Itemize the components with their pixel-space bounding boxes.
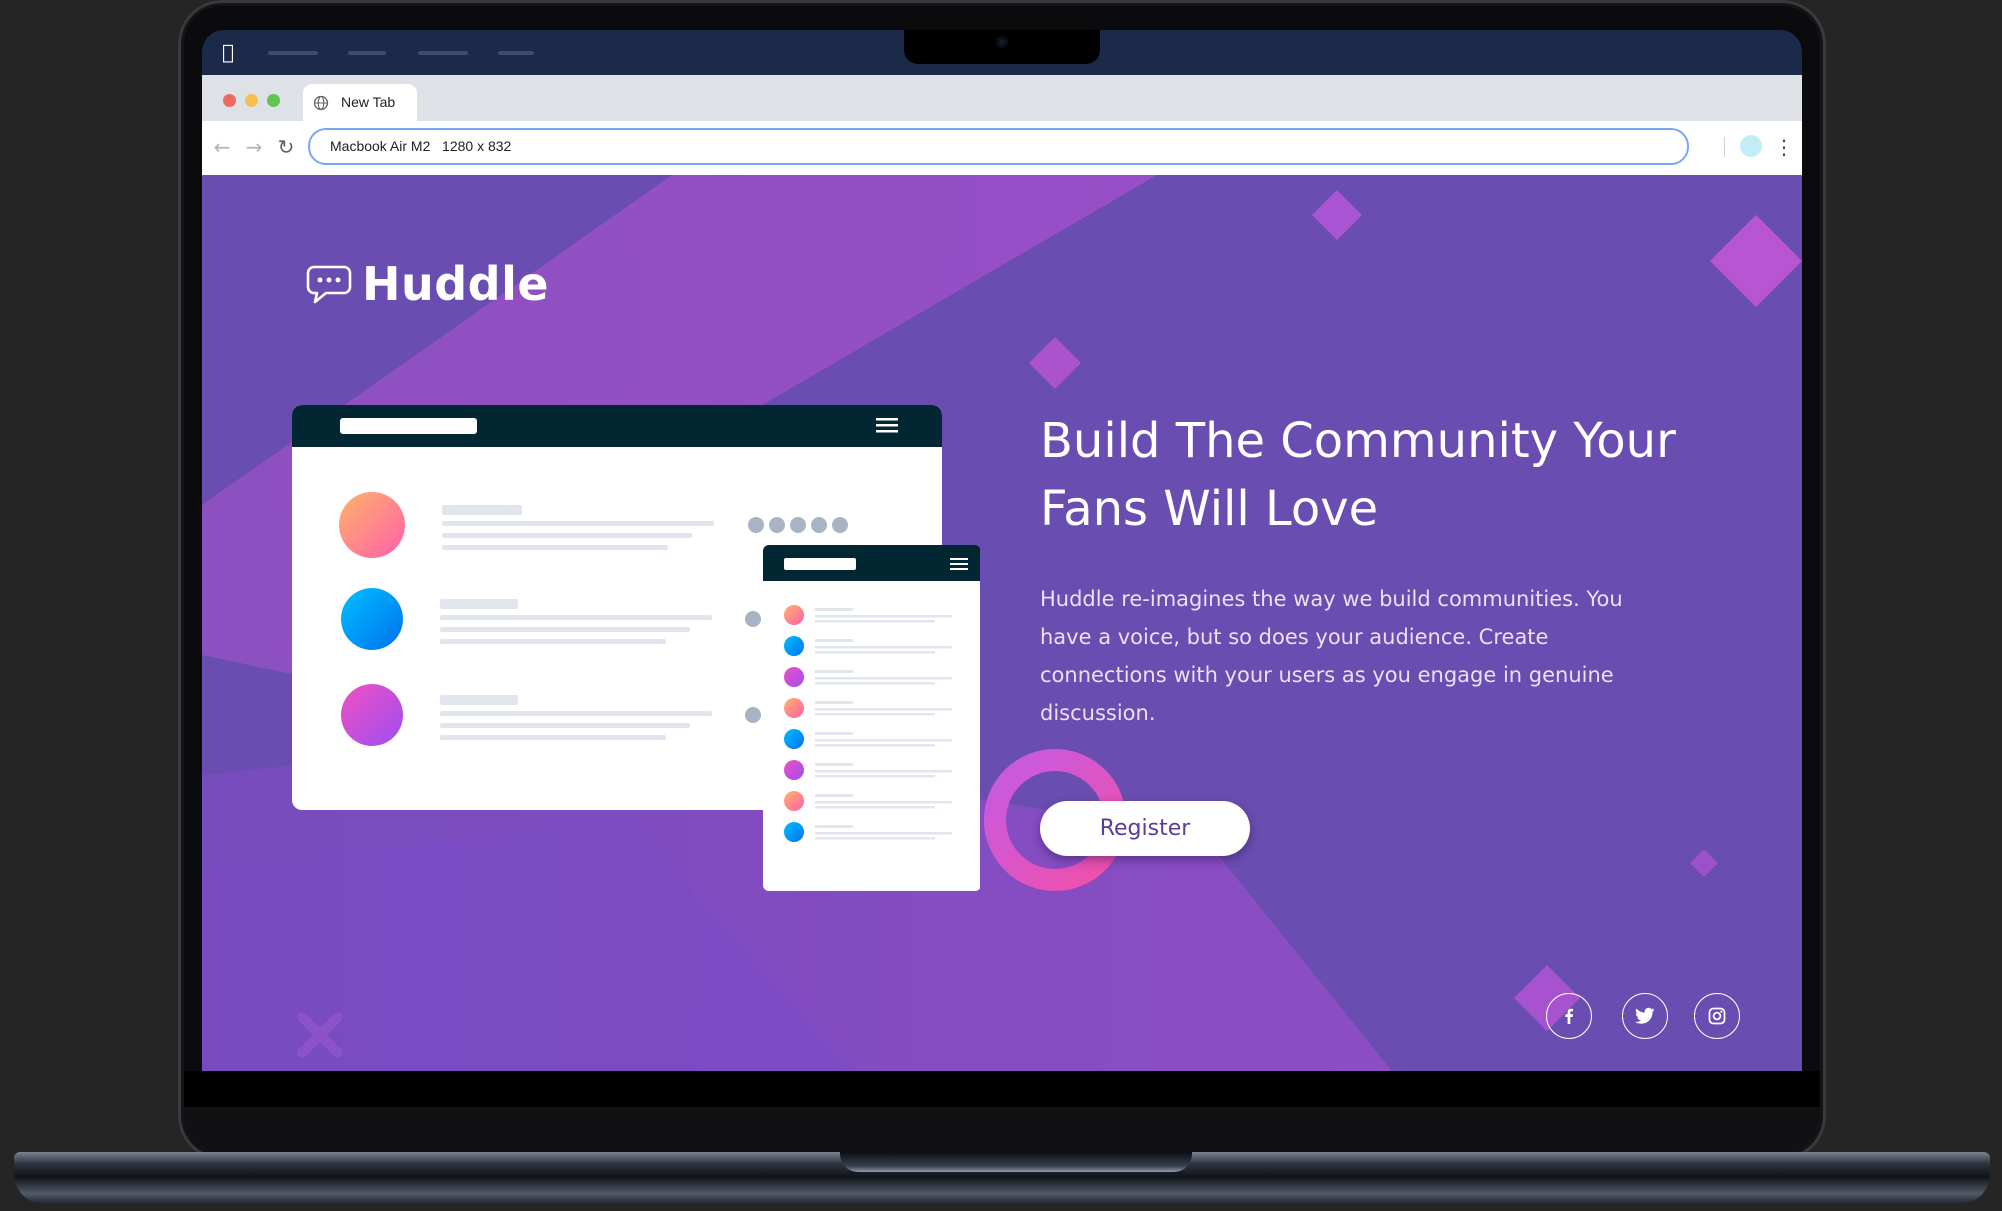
facebook-link[interactable] xyxy=(1546,993,1592,1039)
browser-tab[interactable]: New Tab xyxy=(303,84,417,121)
facebook-icon xyxy=(1565,1008,1574,1024)
profile-avatar[interactable] xyxy=(1740,135,1762,157)
laptop-screen:  New Tab ← → ↻ Macbook Air M2 1280 x 83… xyxy=(202,30,1802,1105)
instagram-icon xyxy=(1708,1007,1726,1025)
kebab-menu-icon[interactable]: ⋮ xyxy=(1774,135,1794,159)
forward-button[interactable]: → xyxy=(242,135,266,159)
twitter-link[interactable] xyxy=(1622,993,1668,1039)
screen-notch xyxy=(904,30,1100,64)
brand-name: Huddle xyxy=(362,257,550,311)
lid-lower-edge xyxy=(184,1107,1820,1155)
menu-item[interactable] xyxy=(268,51,318,55)
menu-item[interactable] xyxy=(418,51,468,55)
hero-title: Build The Community Your Fans Will Love xyxy=(1040,413,1676,537)
twitter-icon xyxy=(1635,1007,1655,1024)
address-bar-text: Macbook Air M2 1280 x 832 xyxy=(330,138,512,154)
close-window-button[interactable] xyxy=(223,94,236,107)
tab-label: New Tab xyxy=(341,94,396,110)
laptop-base xyxy=(14,1152,1990,1204)
browser-toolbar: ← → ↻ Macbook Air M2 1280 x 832 ⋮ xyxy=(202,121,1802,176)
hero-description: Huddle re-imagines the way we build comm… xyxy=(1040,587,1623,725)
app-mockup-illustration xyxy=(292,405,980,891)
address-bar[interactable]: Macbook Air M2 1280 x 832 xyxy=(308,128,1689,165)
register-button[interactable]: Register xyxy=(1040,801,1250,856)
macos-menu-bar:  xyxy=(202,30,1802,75)
globe-icon xyxy=(313,95,329,111)
instagram-link[interactable] xyxy=(1694,993,1740,1039)
toolbar-divider xyxy=(1724,137,1725,157)
browser-tab-strip: New Tab xyxy=(202,75,1802,121)
screen-bottom-bezel xyxy=(184,1071,1820,1107)
minimize-window-button[interactable] xyxy=(245,94,258,107)
menu-item[interactable] xyxy=(498,51,534,55)
reload-button[interactable]: ↻ xyxy=(274,135,298,159)
menu-item[interactable] xyxy=(348,51,386,55)
apple-logo-icon[interactable]:  xyxy=(222,40,234,64)
huddle-landing-page: Huddle Build The Community Your Fans Wil… xyxy=(202,175,1802,1071)
maximize-window-button[interactable] xyxy=(267,94,280,107)
chat-bubble-icon xyxy=(306,265,352,304)
camera-icon xyxy=(996,36,1008,48)
lid-opening-notch xyxy=(840,1152,1192,1172)
back-button[interactable]: ← xyxy=(210,135,234,159)
